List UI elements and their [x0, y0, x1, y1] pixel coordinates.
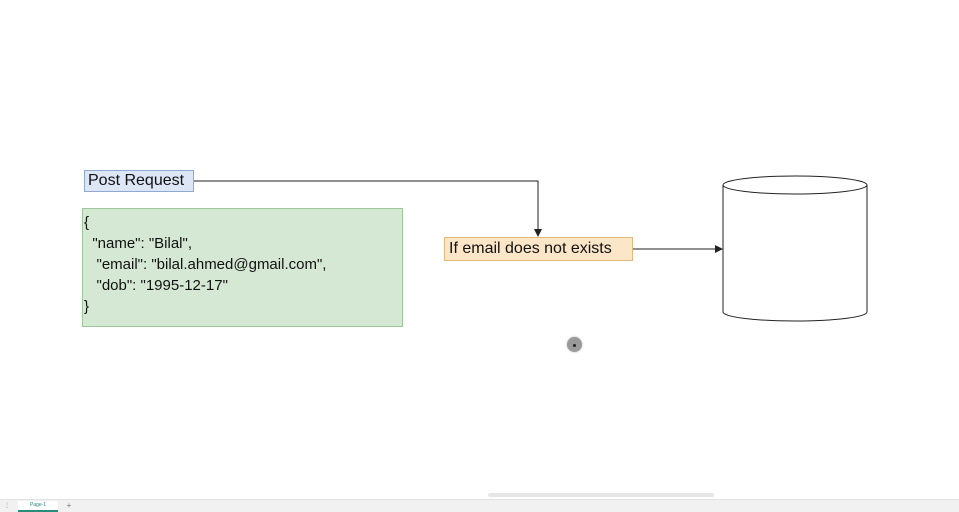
request-payload-node[interactable]: { "name": "Bilal", "email": "bilal.ahmed…	[82, 208, 403, 327]
page-tabs-bar: ⋮ Page-1 +	[0, 499, 959, 512]
condition-label: If email does not exists	[449, 240, 612, 257]
payload-line: {	[84, 214, 90, 231]
add-page-icon[interactable]: +	[64, 501, 74, 511]
horizontal-scrollbar[interactable]	[488, 493, 714, 497]
cursor-indicator	[567, 337, 582, 352]
tab-page-1[interactable]: Page-1	[18, 501, 58, 512]
post-request-node[interactable]: Post Request	[84, 170, 194, 192]
payload-line: }	[84, 298, 90, 315]
diagram-canvas[interactable]: Post Request { "name": "Bilal", "email":…	[0, 0, 959, 512]
payload-line: "name": "Bilal",	[84, 235, 193, 252]
pages-menu-icon[interactable]: ⋮	[4, 502, 10, 511]
email-check-condition-node[interactable]: If email does not exists	[444, 237, 633, 261]
payload-line: "dob": "1995-12-17"	[84, 277, 228, 294]
post-request-label: Post Request	[88, 172, 185, 189]
database-cylinder[interactable]	[722, 175, 868, 322]
payload-line: "email": "bilal.ahmed@gmail.com",	[84, 256, 327, 273]
